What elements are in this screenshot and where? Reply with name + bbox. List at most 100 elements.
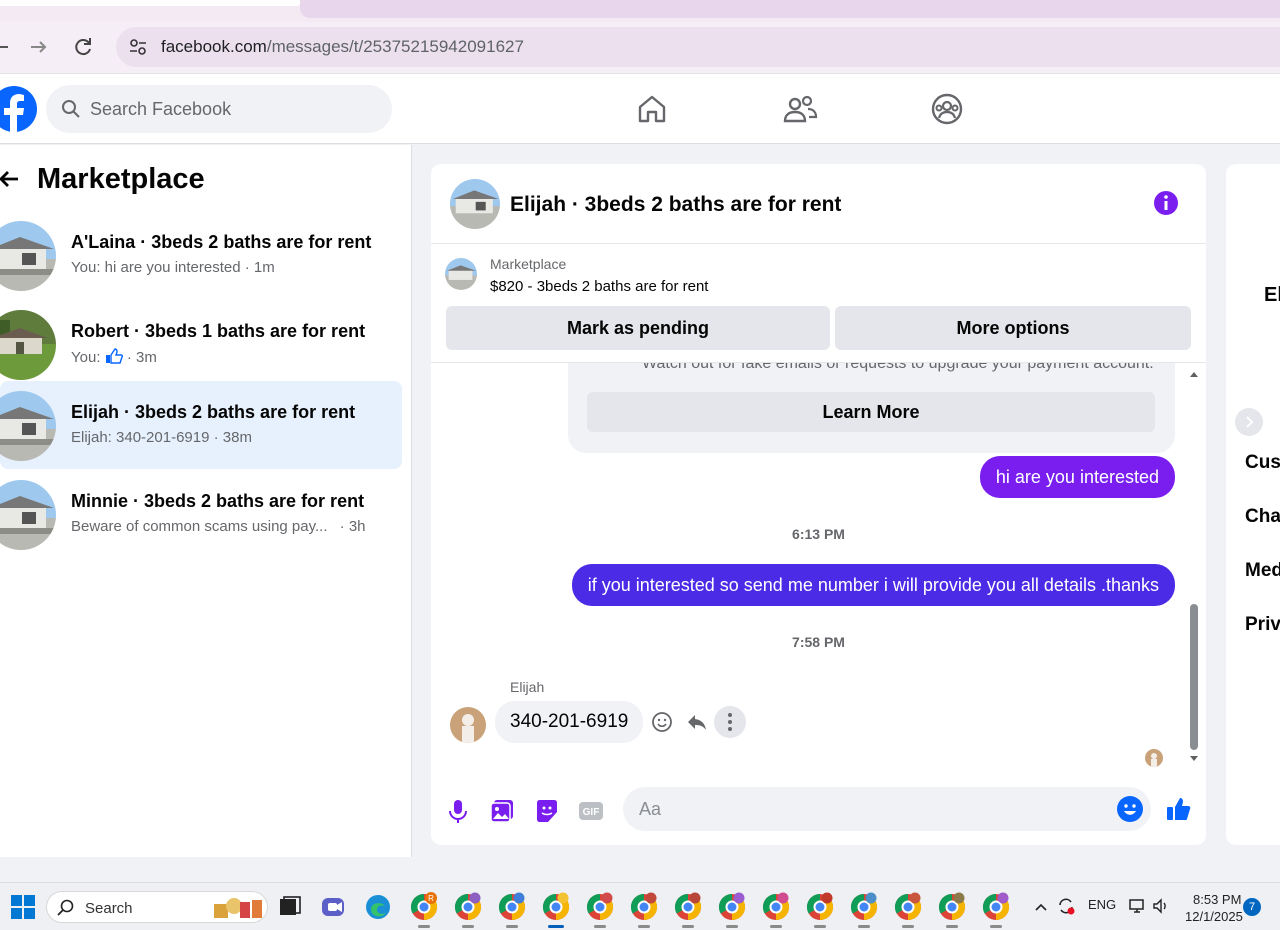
taskbar-chrome-profile[interactable] <box>849 892 879 928</box>
notification-badge[interactable]: 7 <box>1243 898 1261 916</box>
seen-receipt-avatar <box>1145 749 1163 767</box>
search-highlight-icon <box>214 898 262 918</box>
friends-icon[interactable] <box>782 91 818 127</box>
scroll-down-icon[interactable] <box>1189 754 1199 764</box>
info-icon[interactable] <box>1153 190 1179 216</box>
conversation-item[interactable]: Robert · 3beds 1 baths are for rent You:… <box>0 300 402 388</box>
photo-icon[interactable] <box>488 797 516 825</box>
taskbar-chrome-profile[interactable] <box>805 892 835 928</box>
react-emoji-icon[interactable] <box>650 710 674 734</box>
taskbar-chrome-profile[interactable] <box>981 892 1011 928</box>
browser-tab-active[interactable] <box>300 0 1280 18</box>
learn-more-button[interactable]: Learn More <box>587 392 1155 432</box>
chrome-icon <box>850 892 878 921</box>
taskbar-chrome-profile[interactable] <box>717 892 747 928</box>
taskbar-chrome-profile[interactable] <box>453 892 483 928</box>
conversation-name: A'Laina · 3beds 2 baths are for rent <box>71 232 372 252</box>
forward-button[interactable] <box>25 34 51 60</box>
details-customize-chat[interactable]: Cust <box>1245 452 1280 474</box>
conversation-name: Robert · 3beds 1 baths are for rent <box>71 321 366 341</box>
incoming-message[interactable]: 340-201-6919 <box>495 701 644 743</box>
search-icon <box>57 899 74 916</box>
site-settings-icon[interactable] <box>128 37 148 57</box>
reload-icon <box>75 38 91 56</box>
message-more-button[interactable] <box>714 706 746 738</box>
language-indicator[interactable]: ENG <box>1088 897 1116 912</box>
home-icon[interactable] <box>634 91 670 127</box>
network-icon[interactable] <box>1128 897 1146 915</box>
running-indicator <box>418 925 430 928</box>
windows-start-icon[interactable] <box>11 895 35 919</box>
taskbar-task-view[interactable] <box>275 892 305 922</box>
sender-avatar[interactable] <box>450 707 486 743</box>
conversation-item[interactable]: A'Laina · 3beds 2 baths are for rent You… <box>0 211 402 299</box>
chevron-up-icon[interactable] <box>1033 899 1049 915</box>
taskbar-chrome-profile[interactable] <box>761 892 791 928</box>
windows-taskbar: Search R ENG 8:53 PM 12/1/2025 7 <box>0 882 1280 930</box>
listing-thumbnail[interactable] <box>445 258 477 290</box>
taskbar-chrome-profile-active[interactable] <box>541 892 571 928</box>
chat-avatar[interactable] <box>450 179 500 229</box>
taskbar-chrome-profile[interactable] <box>585 892 615 928</box>
groups-icon[interactable] <box>929 91 965 127</box>
volume-icon[interactable] <box>1152 897 1170 915</box>
details-name: El <box>1264 284 1280 306</box>
chat-list-panel: Marketplace A'Laina · 3beds 2 baths are … <box>0 145 412 857</box>
chrome-icon <box>806 892 834 921</box>
marketplace-listing-bar: Marketplace $820 - 3beds 2 baths are for… <box>431 244 1206 363</box>
details-chat-info[interactable]: Chat <box>1245 506 1280 528</box>
expand-arrow-button[interactable] <box>1235 408 1263 436</box>
outgoing-message[interactable]: if you interested so send me number i wi… <box>571 564 1175 606</box>
taskbar-chrome-profile[interactable] <box>893 892 923 928</box>
running-indicator <box>946 925 958 928</box>
details-privacy-support[interactable]: Priva <box>1245 614 1280 636</box>
chrome-icon <box>586 892 614 921</box>
thumbs-up-send-icon[interactable] <box>1165 795 1193 823</box>
taskbar-edge[interactable] <box>363 892 393 922</box>
conversation-item-active[interactable]: Elijah · 3beds 2 baths are for rent Elij… <box>0 381 402 469</box>
reload-button[interactable] <box>70 34 96 60</box>
browser-tab-inactive[interactable] <box>0 0 302 6</box>
clock-time[interactable]: 8:53 PM <box>1193 892 1241 907</box>
scroll-up-icon[interactable] <box>1189 369 1199 379</box>
scrollbar-thumb[interactable] <box>1190 604 1198 750</box>
reply-icon[interactable] <box>685 710 709 734</box>
message-input[interactable] <box>623 787 1151 831</box>
mark-as-pending-button[interactable]: Mark as pending <box>446 306 830 350</box>
taskbar-chrome-profile[interactable] <box>937 892 967 928</box>
chat-title[interactable]: Elijah · 3beds 2 baths are for rent <box>510 193 841 217</box>
details-media-files[interactable]: Med <box>1245 560 1280 582</box>
address-bar[interactable]: facebook.com/messages/t/2537521594209162… <box>116 27 1280 67</box>
outgoing-message[interactable]: hi are you interested <box>979 456 1175 498</box>
more-options-button[interactable]: More options <box>835 306 1191 350</box>
message-composer: GIF <box>431 781 1206 845</box>
facebook-search-input[interactable]: Search Facebook <box>46 85 392 133</box>
taskbar-chrome-profile[interactable] <box>497 892 527 928</box>
conversation-name: Minnie · 3beds 2 baths are for rent <box>71 491 365 511</box>
listing-house-avatar <box>0 480 56 550</box>
facebook-logo-icon[interactable] <box>0 84 38 134</box>
taskbar-search[interactable]: Search <box>46 891 268 923</box>
microphone-icon[interactable] <box>444 797 472 825</box>
taskbar-chrome-profile[interactable]: R <box>409 892 439 928</box>
conversation-item[interactable]: Minnie · 3beds 2 baths are for rent Bewa… <box>0 470 402 558</box>
taskbar-chrome-profile[interactable] <box>673 892 703 928</box>
back-arrow-icon[interactable] <box>0 165 22 193</box>
snippet-prefix: You: <box>71 349 101 366</box>
url-text[interactable]: facebook.com/messages/t/2537521594209162… <box>161 37 524 57</box>
chat-header: Elijah · 3beds 2 baths are for rent <box>431 164 1206 244</box>
taskbar-chrome-profile[interactable] <box>629 892 659 928</box>
chrome-icon <box>894 892 922 921</box>
url-path: /messages/t/25375215942091627 <box>266 37 524 56</box>
gif-icon[interactable]: GIF <box>577 797 605 825</box>
chrome-icon <box>938 892 966 921</box>
conversation-snippet: Beware of common scams using pay... · 3h <box>71 518 366 535</box>
emoji-icon[interactable] <box>1116 795 1144 823</box>
sync-icon[interactable] <box>1056 896 1076 916</box>
back-button[interactable] <box>0 34 14 60</box>
message-scrollbar[interactable] <box>1189 364 1199 782</box>
listing-price-title[interactable]: $820 - 3beds 2 baths are for rent <box>490 278 708 295</box>
sticker-icon[interactable] <box>533 797 561 825</box>
clock-date[interactable]: 12/1/2025 <box>1185 909 1243 924</box>
taskbar-teams[interactable] <box>319 892 349 922</box>
